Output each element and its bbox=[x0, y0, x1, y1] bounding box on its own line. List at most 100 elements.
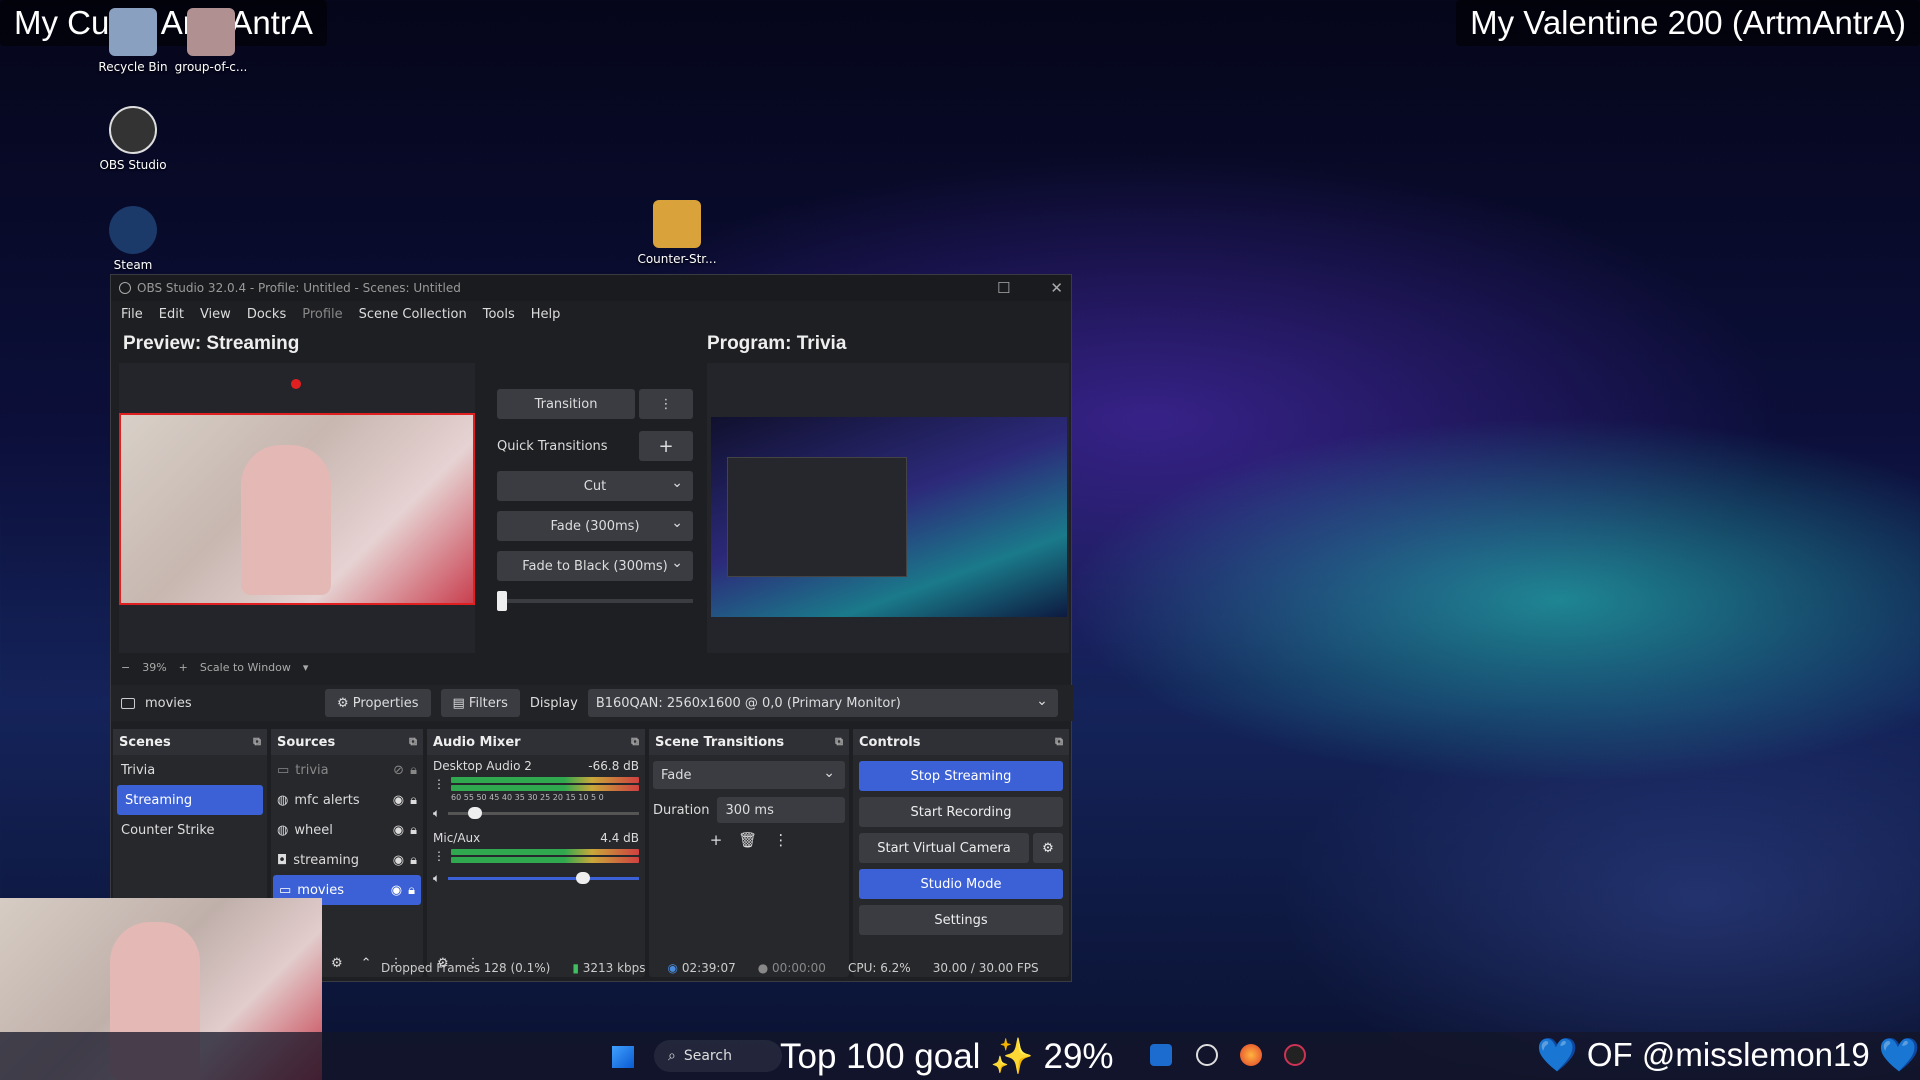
display-select[interactable]: B160QAN: 2560x1600 @ 0,0 (Primary Monito… bbox=[587, 689, 1058, 717]
windows-start-icon[interactable] bbox=[612, 1046, 634, 1068]
undock-icon[interactable]: ⧉ bbox=[409, 735, 417, 749]
settings-button[interactable]: Settings bbox=[859, 905, 1063, 935]
overlay-goal: Top 100 goal ✨ 29% bbox=[780, 1037, 1114, 1076]
undock-icon[interactable]: ⧉ bbox=[835, 735, 843, 749]
transition-button[interactable]: Transition bbox=[497, 389, 635, 419]
lock-icon[interactable]: 🔒︎ bbox=[410, 793, 417, 808]
add-icon[interactable]: + bbox=[710, 831, 723, 849]
filters-button[interactable]: ▤ Filters bbox=[440, 689, 520, 717]
rotation-handle[interactable] bbox=[291, 379, 301, 389]
obs-icon bbox=[109, 106, 157, 154]
hidden-eye-icon[interactable]: ⊘ bbox=[393, 763, 404, 778]
obs-taskbar-icon[interactable] bbox=[1196, 1044, 1218, 1066]
menu-profile[interactable]: Profile bbox=[302, 307, 342, 322]
trash-icon[interactable]: 🗑︎ bbox=[738, 831, 757, 849]
menu-scene-collection[interactable]: Scene Collection bbox=[359, 307, 467, 322]
firefox-icon[interactable] bbox=[1240, 1044, 1262, 1066]
fps: 30.00 / 30.00 FPS bbox=[932, 961, 1039, 975]
quick-transition-cut[interactable]: Cut bbox=[497, 471, 693, 501]
lock-icon[interactable]: 🔒︎ bbox=[410, 763, 417, 778]
transition-slider[interactable] bbox=[497, 591, 693, 611]
scene-item[interactable]: Trivia bbox=[113, 755, 267, 785]
more-icon[interactable]: ⋮ bbox=[433, 777, 445, 802]
properties-button[interactable]: ⚙ Properties bbox=[325, 689, 431, 717]
eye-icon[interactable]: ◉ bbox=[393, 823, 404, 838]
virtual-camera-settings-icon[interactable]: ⚙ bbox=[1033, 833, 1063, 863]
eye-icon[interactable]: ◉ bbox=[393, 853, 404, 868]
eye-icon[interactable]: ◉ bbox=[391, 883, 402, 898]
desktop-icon-obs[interactable]: OBS Studio bbox=[88, 106, 178, 172]
start-virtual-camera-button[interactable]: Start Virtual Camera bbox=[859, 833, 1029, 863]
desktop-icon-steam[interactable]: Steam bbox=[88, 206, 178, 272]
desktop-icon-counter-strike[interactable]: Counter-Str... bbox=[632, 200, 722, 266]
search-icon: ⌕ bbox=[668, 1048, 676, 1064]
controls-dock: Controls ⧉ Stop Streaming Start Recording… bbox=[853, 729, 1069, 977]
start-recording-button[interactable]: Start Recording bbox=[859, 797, 1063, 827]
source-item[interactable]: ◍ wheel ◉ 🔒︎ bbox=[271, 815, 423, 845]
display-source-icon: ▭ bbox=[277, 762, 290, 778]
desktop-icon-recycle-bin[interactable]: Recycle Bin bbox=[88, 8, 178, 74]
scene-item[interactable]: Counter Strike bbox=[113, 815, 267, 845]
channel-name: Desktop Audio 2 bbox=[433, 759, 532, 773]
studio-mode-button[interactable]: Studio Mode bbox=[859, 869, 1063, 899]
volume-slider-handle[interactable] bbox=[468, 807, 483, 819]
volume-slider-handle[interactable] bbox=[576, 872, 591, 884]
transition-menu-icon[interactable]: ⋮ bbox=[639, 389, 693, 419]
zoom-out-button[interactable]: − bbox=[121, 661, 130, 674]
close-icon[interactable]: ✕ bbox=[1050, 279, 1063, 297]
obs-logo-icon bbox=[119, 282, 131, 294]
more-icon[interactable]: ⋮ bbox=[433, 849, 445, 863]
browser-source-icon: ◍ bbox=[277, 822, 289, 838]
zoom-mode[interactable]: Scale to Window bbox=[200, 661, 291, 674]
source-item[interactable]: ◘ streaming ◉ 🔒︎ bbox=[271, 845, 423, 875]
undock-icon[interactable]: ⧉ bbox=[1055, 735, 1063, 749]
scene-item-selected[interactable]: Streaming bbox=[117, 785, 263, 815]
taskbar-search[interactable]: ⌕ Search bbox=[654, 1040, 782, 1072]
preview-source-frame[interactable] bbox=[119, 379, 475, 605]
volume-slider[interactable] bbox=[448, 872, 639, 884]
transition-slider-handle[interactable] bbox=[497, 591, 507, 611]
preview-canvas[interactable] bbox=[119, 363, 475, 653]
lock-icon[interactable]: 🔒︎ bbox=[410, 823, 417, 838]
lock-icon[interactable]: 🔒︎ bbox=[410, 853, 417, 868]
menu-view[interactable]: View bbox=[200, 307, 231, 322]
speaker-icon[interactable]: 🔈︎ bbox=[433, 806, 440, 821]
zoom-bar: − 39% + Scale to Window ▾ bbox=[121, 661, 308, 674]
maximize-icon[interactable]: ☐ bbox=[997, 279, 1010, 297]
lock-icon[interactable]: 🔒︎ bbox=[408, 883, 415, 898]
source-item[interactable]: ◍ mfc alerts ◉ 🔒︎ bbox=[271, 785, 423, 815]
signal-icon: ▮ bbox=[572, 961, 583, 975]
gear-icon: ⚙ bbox=[337, 695, 353, 711]
quick-transition-fade-black[interactable]: Fade to Black (300ms) bbox=[497, 551, 693, 581]
menu-edit[interactable]: Edit bbox=[159, 307, 184, 322]
volume-meter bbox=[451, 777, 639, 783]
speaker-icon[interactable]: 🔈︎ bbox=[433, 871, 440, 886]
menu-help[interactable]: Help bbox=[531, 307, 561, 322]
zoom-in-button[interactable]: + bbox=[179, 661, 188, 674]
outlook-icon[interactable] bbox=[1150, 1044, 1172, 1066]
duration-input[interactable]: 300 ms bbox=[717, 797, 845, 823]
zoom-dropdown-icon[interactable]: ▾ bbox=[303, 661, 309, 674]
zoom-value: 39% bbox=[142, 661, 167, 674]
eye-icon[interactable]: ◉ bbox=[393, 793, 404, 808]
transition-select[interactable]: Fade bbox=[653, 761, 845, 789]
add-quick-transition-icon[interactable]: + bbox=[639, 431, 693, 461]
app-taskbar-icon[interactable] bbox=[1284, 1044, 1306, 1066]
source-item[interactable]: ▭ trivia ⊘ 🔒︎ bbox=[271, 755, 423, 785]
menu-file[interactable]: File bbox=[121, 307, 143, 322]
stop-streaming-button[interactable]: Stop Streaming bbox=[859, 761, 1063, 791]
duration-label: Duration bbox=[653, 802, 710, 818]
more-icon[interactable]: ⋮ bbox=[773, 831, 788, 849]
quick-transition-fade[interactable]: Fade (300ms) bbox=[497, 511, 693, 541]
quick-transitions-label: Quick Transitions bbox=[497, 439, 608, 454]
display-source-icon: ▭ bbox=[279, 882, 292, 898]
desktop-icon-group[interactable]: group-of-c... bbox=[166, 8, 256, 74]
menu-tools[interactable]: Tools bbox=[483, 307, 515, 322]
volume-slider[interactable] bbox=[448, 807, 639, 819]
menu-docks[interactable]: Docks bbox=[247, 307, 286, 322]
undock-icon[interactable]: ⧉ bbox=[631, 735, 639, 749]
audio-mixer-dock: Audio Mixer ⧉ Desktop Audio 2 -66.8 dB ⋮ 60… bbox=[427, 729, 645, 977]
overlay-top-right: My Valentine 200 (ArtmAntrA) bbox=[1456, 0, 1920, 46]
audio-channel-mic: Mic/Aux 4.4 dB ⋮ 🔈︎ bbox=[427, 827, 645, 890]
undock-icon[interactable]: ⧉ bbox=[253, 735, 261, 749]
